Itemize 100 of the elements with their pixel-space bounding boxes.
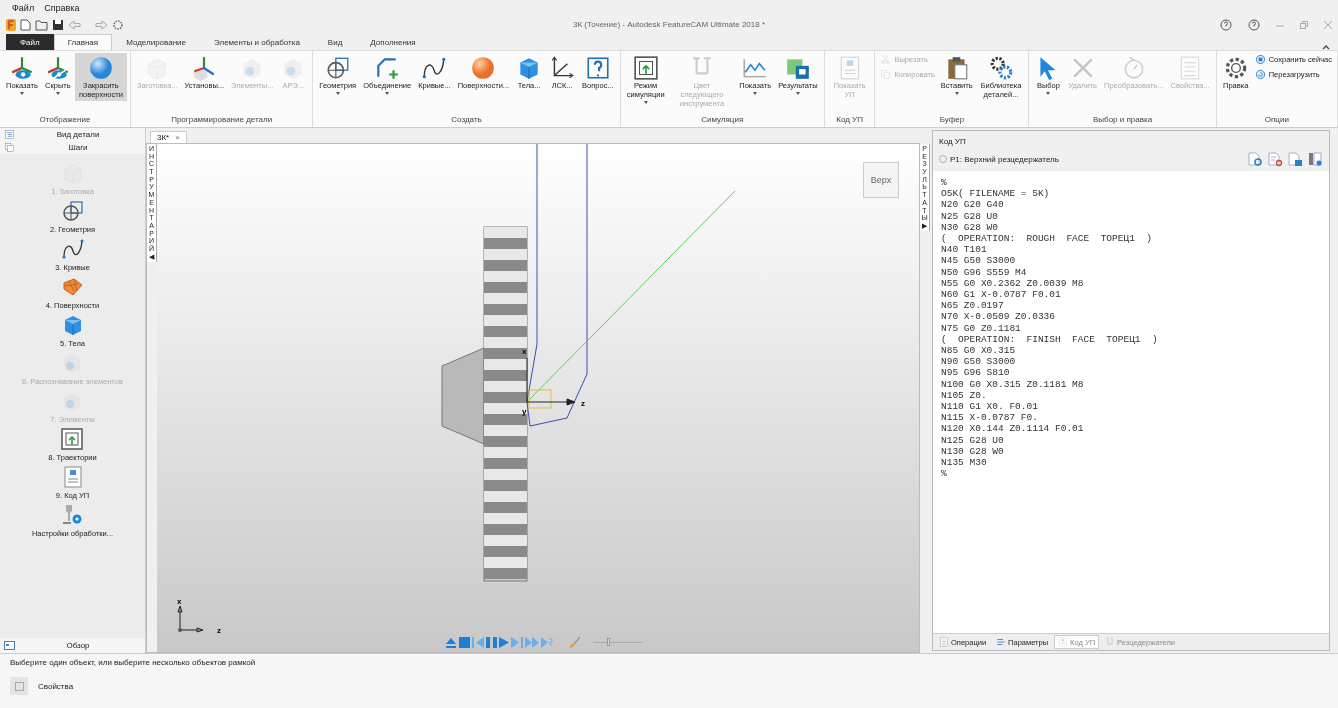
code-line: N115 X-0.0787 F0. bbox=[941, 412, 1039, 424]
close-icon[interactable] bbox=[1324, 20, 1332, 29]
curve-icon bbox=[60, 237, 85, 261]
axis-triad-drawing: x z bbox=[177, 596, 227, 636]
code-line: N135 M30 bbox=[941, 457, 988, 469]
group-label: Буфер bbox=[938, 114, 966, 126]
help-icon[interactable] bbox=[1220, 18, 1232, 31]
group-label: Код УП bbox=[835, 114, 864, 126]
document-tab[interactable]: 3К* × bbox=[150, 131, 187, 143]
window-title: 3К (Точение) - Autodesk FeatureCAM Ultimate 2018 * bbox=[572, 20, 766, 29]
restore-icon[interactable] bbox=[1300, 20, 1308, 29]
pause-icon[interactable] bbox=[486, 636, 497, 648]
caret-icon bbox=[954, 92, 959, 95]
fast-forward-icon[interactable] bbox=[525, 636, 539, 648]
circle-square-icon bbox=[60, 199, 85, 223]
scissors-icon bbox=[880, 54, 892, 65]
settings-icon[interactable] bbox=[112, 18, 124, 31]
settings-document-icon[interactable] bbox=[1307, 151, 1323, 167]
caret-icon bbox=[643, 101, 648, 104]
document-save-icon[interactable] bbox=[1287, 151, 1303, 167]
ribbon-tab[interactable]: Моделирование bbox=[112, 34, 200, 50]
caret-icon bbox=[335, 92, 340, 95]
slider-thumb[interactable] bbox=[606, 638, 610, 646]
group-label: Программирование детали bbox=[170, 114, 274, 126]
code-line: N100 G0 X0.315 Z0.1181 M8 bbox=[941, 378, 1085, 390]
group-label: Симуляция bbox=[700, 114, 745, 126]
group-label: Создать bbox=[450, 114, 483, 126]
code-line: N75 G0 Z0.1181 bbox=[941, 322, 1022, 334]
ribbon-tab[interactable]: Файл bbox=[6, 34, 54, 50]
properties-label: Свойства bbox=[38, 681, 74, 691]
ribbon-tab[interactable]: Дополнения bbox=[356, 34, 430, 50]
code-line: N95 G96 S810 bbox=[941, 367, 1011, 379]
overview-icon bbox=[4, 641, 15, 650]
code-line: N125 G28 U0 bbox=[941, 434, 1005, 446]
code-line: N40 T101 bbox=[941, 244, 988, 256]
new-file-icon[interactable] bbox=[20, 18, 31, 31]
code-line: % bbox=[941, 468, 948, 480]
code-line: N90 G50 S3000 bbox=[941, 356, 1017, 368]
caret-icon bbox=[795, 92, 800, 95]
speed-slider[interactable] bbox=[593, 637, 643, 647]
eject-icon[interactable] bbox=[445, 636, 457, 648]
code-line: N130 G28 W0 bbox=[941, 445, 1005, 458]
selection-square bbox=[528, 389, 552, 409]
question-icon bbox=[584, 55, 611, 81]
menu-item[interactable]: Справка bbox=[44, 3, 80, 13]
menu-item[interactable]: Файл bbox=[12, 3, 35, 13]
code-line: N85 G0 X0.315 bbox=[941, 345, 1017, 357]
stop-icon[interactable] bbox=[459, 636, 470, 648]
caret-icon bbox=[753, 92, 758, 95]
axis-arrow bbox=[526, 357, 576, 406]
code-line: N55 G0 X0.2362 Z0.0039 M8 bbox=[941, 277, 1085, 290]
code-line: N110 G1 X0. F0.01 bbox=[941, 401, 1039, 413]
document-refresh-icon[interactable] bbox=[1267, 151, 1283, 167]
ribbon-tab[interactable]: Вид bbox=[313, 34, 357, 50]
reload-icon bbox=[1254, 69, 1266, 80]
properties-button[interactable] bbox=[10, 677, 28, 695]
group-label: Опции bbox=[1263, 114, 1290, 126]
code-line: N50 G96 S559 M4 bbox=[941, 266, 1028, 278]
code-line: ( OPERATION: ROUGH FACE ТОРЕЦ1 ) bbox=[941, 233, 1153, 245]
document-search-icon[interactable] bbox=[1247, 151, 1263, 167]
code-line: N25 G28 U0 bbox=[941, 210, 999, 222]
tab-label: 3К* bbox=[157, 133, 170, 142]
app-logo-icon bbox=[6, 18, 16, 31]
copy-icon bbox=[880, 69, 892, 80]
collapse-icon[interactable] bbox=[1322, 44, 1330, 50]
sphere-icon bbox=[470, 55, 497, 81]
axis-label: z bbox=[581, 399, 585, 408]
axis-label: y bbox=[522, 407, 527, 416]
params-icon bbox=[996, 637, 1007, 647]
document-icon bbox=[1058, 637, 1069, 647]
axis-label: x bbox=[522, 347, 527, 356]
caret-icon bbox=[19, 92, 24, 95]
sphere-icon bbox=[87, 55, 114, 81]
play-icon[interactable] bbox=[499, 636, 509, 648]
code-line: N30 G28 W0 bbox=[941, 221, 999, 233]
group-label: Выбор и правка bbox=[1092, 114, 1154, 126]
code-line: N70 X-0.0509 Z0.0336 bbox=[941, 311, 1057, 323]
code-line: ( OPERATION: FINISH FACE ТОРЕЦ1 ) bbox=[941, 333, 1159, 346]
skip-back-icon[interactable] bbox=[472, 636, 484, 648]
code-line: N105 Z0. bbox=[941, 389, 988, 402]
caret-icon bbox=[385, 92, 390, 95]
code-line: N60 G1 X-0.0787 F0.01 bbox=[941, 289, 1062, 301]
gears-icon bbox=[988, 55, 1014, 81]
code-line: N65 Z0.0197 bbox=[941, 300, 1005, 312]
help-icon[interactable] bbox=[1248, 18, 1260, 31]
step-icon[interactable] bbox=[541, 636, 553, 648]
code-line: O5K( FILENAME = 5K) bbox=[941, 188, 1051, 200]
3d-viewport[interactable]: x y z Верх x z bbox=[157, 144, 919, 652]
properties-icon bbox=[14, 681, 24, 691]
folder-icon[interactable] bbox=[35, 18, 48, 31]
step-forward-icon[interactable] bbox=[511, 636, 523, 648]
view-cube-button[interactable]: Верх bbox=[863, 162, 899, 198]
frame-icon bbox=[632, 55, 659, 81]
brush-icon[interactable] bbox=[567, 636, 581, 648]
ribbon-tab[interactable]: Элементы и обработка bbox=[200, 34, 314, 50]
corner-plus-icon bbox=[374, 55, 401, 81]
close-icon[interactable]: × bbox=[175, 133, 180, 142]
frame-icon bbox=[60, 427, 85, 451]
caret-icon bbox=[55, 92, 60, 95]
ribbon-tab[interactable]: Главная bbox=[53, 34, 113, 50]
